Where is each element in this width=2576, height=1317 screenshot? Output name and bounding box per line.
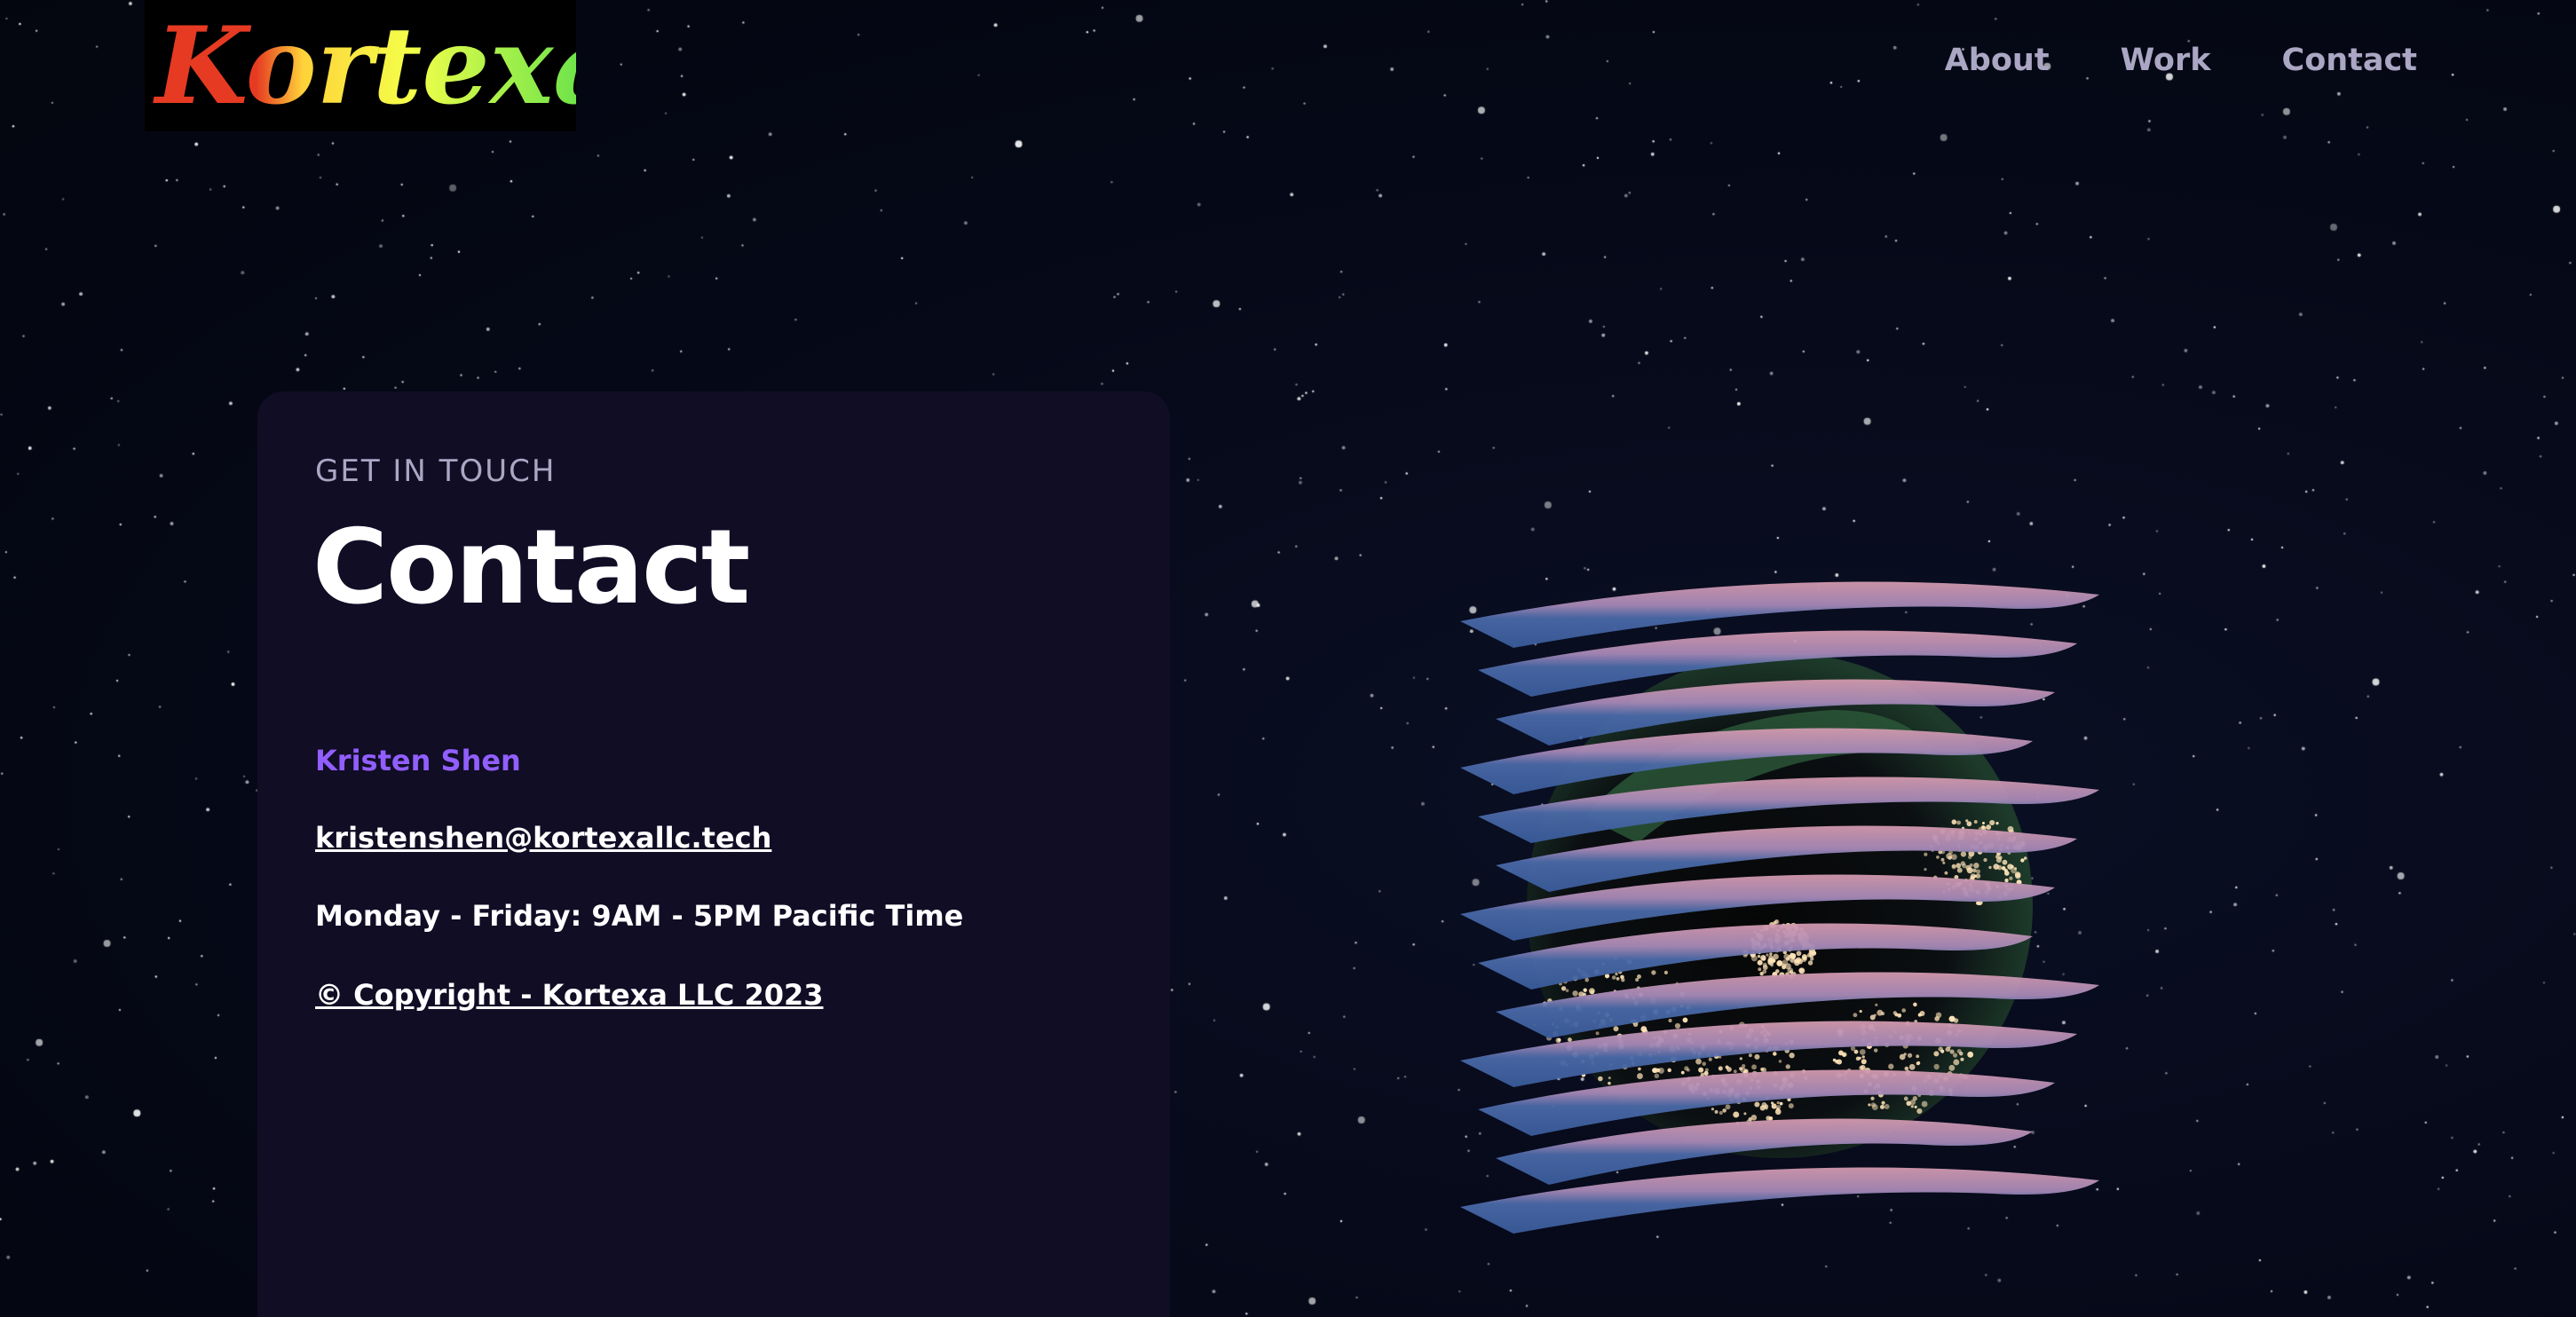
contact-email-link[interactable]: kristenshen@kortexallc.tech [315,821,771,855]
top-nav: About Work Contact [1945,35,2417,85]
contact-name: Kristen Shen [315,744,521,777]
earth-3d-model[interactable] [1407,524,2135,1251]
business-hours: Monday - Friday: 9AM - 5PM Pacific Time [315,899,964,933]
logo-text: Kortexa [153,4,576,129]
section-title: Contact [312,508,750,627]
earth-icon [1460,581,2099,1234]
section-subtitle: GET IN TOUCH [315,453,557,489]
kortexa-logo: Kortexa [153,4,576,129]
contact-card: GET IN TOUCH Contact Kristen Shen kriste… [257,391,1170,1317]
logo[interactable]: Kortexa [145,0,576,131]
nav-about[interactable]: About [1945,35,2050,85]
nav-contact[interactable]: Contact [2282,35,2417,85]
page: Kortexa About Work Contact GET IN TOUCH … [0,0,2576,1317]
nav-work[interactable]: Work [2121,35,2211,85]
copyright-link[interactable]: © Copyright - Kortexa LLC 2023 [315,978,824,1012]
